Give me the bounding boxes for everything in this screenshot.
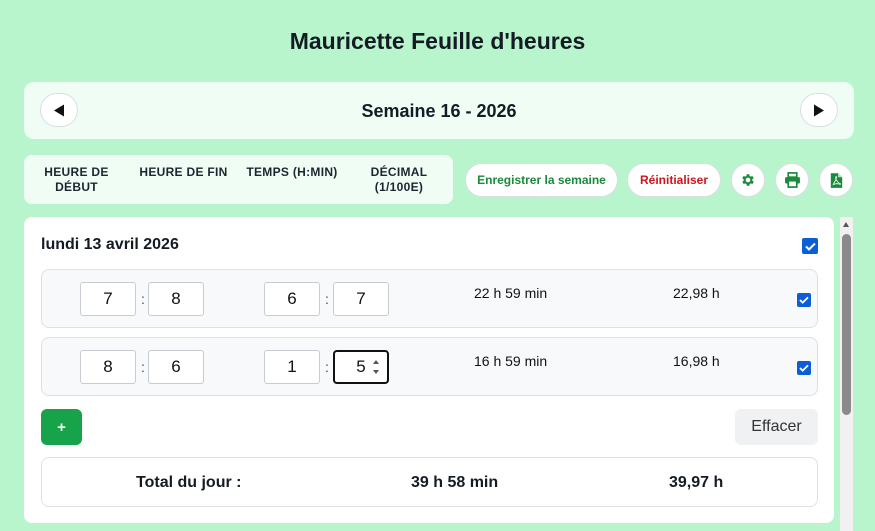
add-entry-button[interactable]: + [41, 409, 82, 445]
settings-button[interactable] [731, 163, 765, 197]
start-minute-input[interactable]: 6 [148, 350, 204, 384]
entry-decimal: 22,98 h [673, 285, 720, 301]
time-separator: : [141, 359, 145, 375]
column-header-duration: TEMPS (H:MIN) [246, 165, 338, 179]
entry-duration: 16 h 59 min [474, 353, 548, 369]
reset-button[interactable]: Réinitialiser [627, 163, 721, 197]
time-entry-row: 7 : 8 6 : 7 22 h 59 min 22,98 h [41, 269, 818, 328]
time-separator: : [141, 291, 145, 307]
column-header-decimal: DÉCIMAL (1/100E) [370, 165, 428, 194]
day-checkbox[interactable] [802, 238, 818, 254]
spinner-arrows-icon[interactable] [372, 357, 380, 377]
export-pdf-button[interactable] [819, 163, 853, 197]
pdf-file-icon [830, 172, 842, 188]
day-title: lundi 13 avril 2026 [41, 236, 179, 253]
clear-button[interactable]: Effacer [735, 409, 818, 445]
column-header: HEURE DE DÉBUT HEURE DE FIN TEMPS (H:MIN… [24, 155, 453, 204]
checkmark-icon [799, 296, 809, 304]
total-decimal: 39,97 h [669, 474, 724, 491]
end-hour-input[interactable]: 1 [264, 350, 320, 384]
entry-checkbox[interactable] [797, 361, 811, 375]
next-week-button[interactable] [800, 93, 838, 127]
total-label: Total du jour : [136, 474, 242, 491]
entry-decimal: 16,98 h [673, 353, 720, 369]
time-separator: : [325, 291, 329, 307]
save-week-button[interactable]: Enregistrer la semaine [465, 163, 618, 197]
total-duration: 39 h 58 min [411, 474, 499, 491]
column-header-start: HEURE DE DÉBUT [44, 165, 109, 194]
end-minute-input[interactable]: 7 [333, 282, 389, 316]
day-card: lundi 13 avril 2026 7 : 8 6 : 7 22 h 59 … [24, 217, 834, 523]
end-minute-value: 5 [356, 357, 366, 376]
scrollbar[interactable] [840, 217, 853, 531]
start-hour-input[interactable]: 8 [80, 350, 136, 384]
entry-checkbox[interactable] [797, 293, 811, 307]
triangle-right-icon [814, 104, 824, 116]
week-navigator: Semaine 16 - 2026 [24, 82, 854, 139]
page-title: Mauricette Feuille d'heures [289, 28, 586, 54]
start-minute-input[interactable]: 8 [148, 282, 204, 316]
end-hour-input[interactable]: 6 [264, 282, 320, 316]
start-hour-input[interactable]: 7 [80, 282, 136, 316]
scrollbar-thumb[interactable] [842, 234, 851, 415]
time-entry-row: 8 : 6 1 : 5 16 h 59 min 16,98 h [41, 337, 818, 396]
scroll-up-arrow-icon[interactable] [843, 222, 849, 227]
end-minute-input[interactable]: 5 [333, 350, 389, 384]
week-label: Semaine 16 - 2026 [361, 101, 517, 121]
checkmark-icon [804, 242, 816, 251]
day-total: Total du jour : 39 h 58 min 39,97 h [41, 457, 818, 507]
gear-icon [742, 174, 754, 186]
time-separator: : [325, 359, 329, 375]
checkmark-icon [799, 364, 809, 372]
printer-icon [784, 172, 800, 188]
entry-duration: 22 h 59 min [474, 285, 548, 301]
column-header-end: HEURE DE FIN [139, 165, 228, 179]
print-button[interactable] [775, 163, 809, 197]
